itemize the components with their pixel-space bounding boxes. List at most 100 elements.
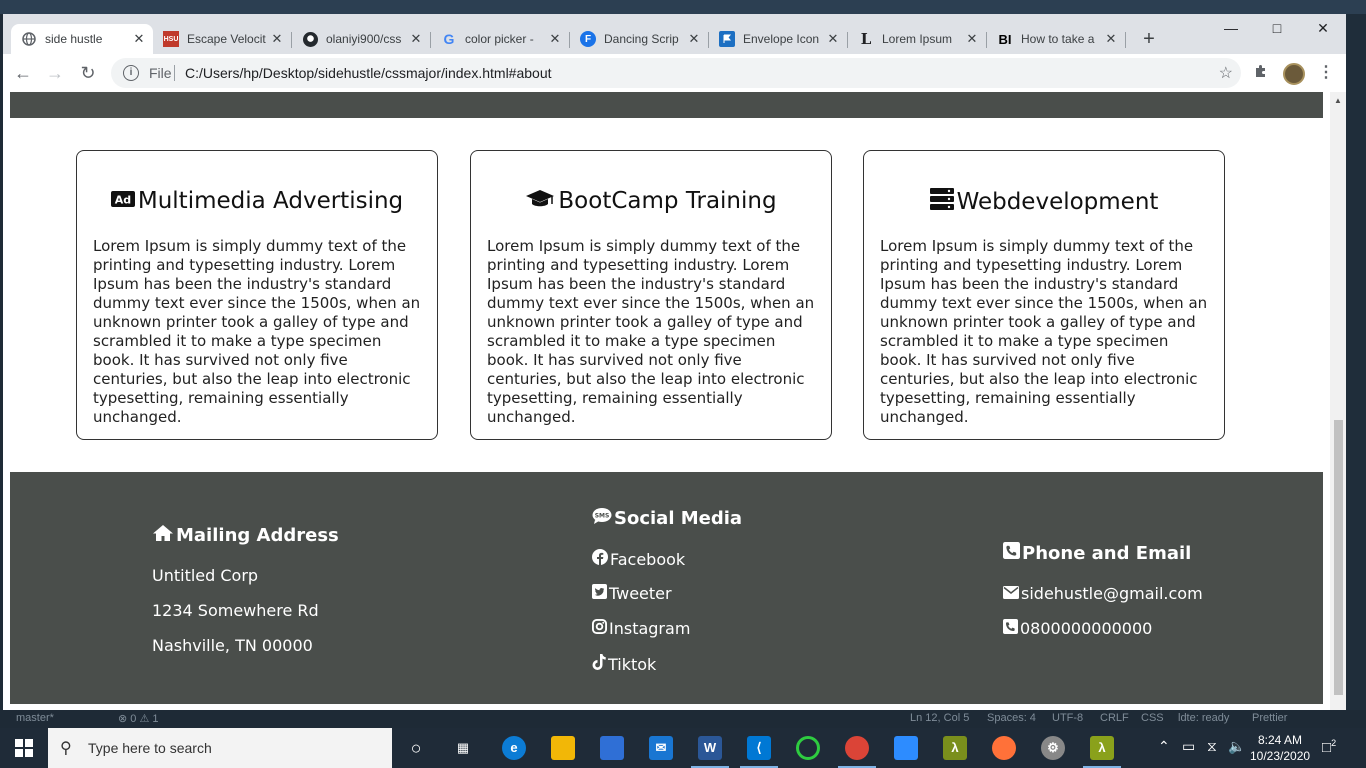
contact-section: Phone and Email sidehustle@gmail.com 080… — [1003, 542, 1203, 638]
task-view-icon[interactable]: ▦ — [451, 736, 475, 760]
edge-icon[interactable]: e — [502, 736, 526, 760]
close-icon[interactable]: ✕ — [964, 31, 980, 47]
lambda-app-2-icon[interactable]: λ — [1090, 736, 1114, 760]
menu-kebab-icon[interactable]: ⋮ — [1316, 63, 1336, 83]
page-scrollbar[interactable]: ▲ — [1330, 92, 1346, 710]
browser-toolbar: ← → ↻ i File C:/Users/hp/Desktop/sidehus… — [3, 54, 1346, 92]
language-mode[interactable]: CSS — [1141, 712, 1164, 724]
twitter-icon — [592, 584, 607, 603]
maximize-icon[interactable]: □ — [1254, 14, 1300, 44]
tab-dancing-script[interactable]: F Dancing Scrip ✕ — [570, 24, 708, 54]
site-footer: Mailing Address Untitled Corp 1234 Somew… — [10, 472, 1323, 704]
line-ending[interactable]: CRLF — [1100, 712, 1129, 724]
social-heading: SMS Social Media — [592, 507, 742, 530]
tab-title: Dancing Scrip — [604, 32, 679, 46]
store-icon[interactable] — [600, 736, 624, 760]
minimize-icon[interactable]: — — [1208, 14, 1254, 44]
word-icon[interactable]: W — [698, 736, 722, 760]
tab-lorem-ipsum[interactable]: L Lorem Ipsum ✕ — [848, 24, 986, 54]
instagram-link[interactable]: Instagram — [592, 619, 690, 638]
bi-icon: BI — [998, 31, 1012, 47]
close-icon[interactable]: ✕ — [269, 31, 285, 47]
lipsum-icon: L — [860, 30, 872, 48]
chrome-icon[interactable] — [845, 736, 869, 760]
svg-text:Ad: Ad — [115, 194, 131, 207]
twitter-link[interactable]: Tweeter — [592, 584, 672, 603]
git-branch[interactable]: master* — [16, 712, 54, 724]
extensions-icon[interactable] — [1251, 63, 1271, 83]
close-icon[interactable]: ✕ — [408, 31, 424, 47]
background-editor-menubar — [0, 0, 1366, 14]
info-icon[interactable]: i — [123, 65, 139, 81]
address-bar[interactable]: i File C:/Users/hp/Desktop/sidehustle/cs… — [111, 58, 1241, 88]
encoding[interactable]: UTF-8 — [1052, 712, 1083, 724]
facebook-link[interactable]: Facebook — [592, 549, 685, 569]
tab-title: Escape Velocit — [187, 32, 266, 46]
close-icon[interactable]: ✕ — [131, 31, 147, 47]
flag-icon — [719, 31, 735, 47]
phone-icon — [1003, 542, 1020, 564]
file-explorer-icon[interactable] — [551, 736, 575, 760]
tiktok-label: Tiktok — [608, 654, 657, 674]
twitter-label: Tweeter — [609, 584, 672, 603]
new-tab-button[interactable]: + — [1137, 27, 1161, 51]
tab-envelope-icon[interactable]: Envelope Icon ✕ — [709, 24, 847, 54]
tiktok-link[interactable]: Tiktok — [592, 654, 656, 674]
settings-gear-icon[interactable]: ⚙ — [1041, 736, 1065, 760]
reload-icon[interactable]: ↻ — [76, 61, 100, 85]
problems-count[interactable]: ⊗ 0 ⚠ 1 — [118, 712, 158, 725]
tab-color-picker[interactable]: G color picker - ✕ — [431, 24, 569, 54]
linter-status[interactable]: ldte: ready — [1178, 712, 1229, 724]
profile-avatar[interactable] — [1283, 63, 1305, 85]
cortana-icon[interactable]: ○ — [404, 736, 428, 760]
background-editor-edge — [1346, 14, 1366, 714]
web-page: Ad Multimedia Advertising Lorem Ipsum is… — [3, 92, 1330, 710]
omnibox-divider — [174, 65, 175, 81]
scrollbar-thumb[interactable] — [1334, 420, 1343, 695]
tab-title: Lorem Ipsum — [882, 32, 953, 46]
formatter-status[interactable]: Prettier — [1252, 712, 1287, 724]
home-icon — [152, 524, 174, 547]
indentation[interactable]: Spaces: 4 — [987, 712, 1036, 724]
zoom-icon[interactable] — [894, 736, 918, 760]
close-icon[interactable]: ✕ — [1103, 31, 1119, 47]
battery-icon[interactable]: ▭ — [1182, 738, 1195, 755]
chevron-up-icon[interactable]: ⌃ — [1158, 738, 1170, 755]
taskbar-search[interactable]: ⚲ Type here to search — [48, 728, 392, 768]
window-close-icon[interactable]: ✕ — [1300, 14, 1346, 44]
system-clock[interactable]: 8:24 AM 10/23/2020 — [1250, 732, 1310, 764]
card-description: Lorem Ipsum is simply dummy text of the … — [93, 237, 421, 426]
tab-how-to-take[interactable]: BI How to take a ✕ — [987, 24, 1125, 54]
close-icon[interactable]: ✕ — [825, 31, 841, 47]
url-text[interactable]: C:/Users/hp/Desktop/sidehustle/cssmajor/… — [185, 65, 552, 81]
vscode-icon[interactable]: ⟨ — [747, 736, 771, 760]
wifi-icon[interactable]: ⧖ — [1207, 738, 1217, 755]
scroll-up-icon[interactable]: ▲ — [1334, 96, 1342, 105]
bookmark-star-icon[interactable]: ☆ — [1219, 63, 1233, 83]
tab-github[interactable]: olaniyi900/css ✕ — [292, 24, 430, 54]
windows-start-icon[interactable] — [0, 728, 48, 768]
hsu-icon: HSU — [163, 31, 179, 47]
back-icon[interactable]: ← — [11, 61, 35, 85]
phone-link[interactable]: 0800000000000 — [1003, 619, 1152, 638]
email-link[interactable]: sidehustle@gmail.com — [1003, 584, 1203, 603]
lambda-app-icon[interactable]: λ — [943, 736, 967, 760]
card-title: Webdevelopment — [864, 188, 1224, 216]
tab-side-hustle[interactable]: side hustle ✕ — [11, 24, 153, 54]
cursor-position[interactable]: Ln 12, Col 5 — [910, 712, 969, 724]
email-label: sidehustle@gmail.com — [1021, 584, 1203, 603]
close-icon[interactable]: ✕ — [547, 31, 563, 47]
card-title: BootCamp Training — [471, 188, 831, 214]
app-ring-icon[interactable] — [796, 736, 820, 760]
close-icon[interactable]: ✕ — [686, 31, 702, 47]
firefox-icon[interactable] — [992, 736, 1016, 760]
notification-center-icon[interactable]: □2 — [1322, 738, 1336, 756]
tab-escape-velocity[interactable]: HSU Escape Velocit ✕ — [153, 24, 291, 54]
instagram-icon — [592, 619, 607, 638]
ad-icon: Ad — [110, 188, 135, 214]
card-title-text: Webdevelopment — [956, 189, 1159, 215]
mail-icon[interactable]: ✉ — [649, 736, 673, 760]
volume-icon[interactable]: 🔈 — [1228, 738, 1245, 755]
card-title-text: BootCamp Training — [558, 188, 777, 214]
forward-icon[interactable]: → — [43, 61, 67, 85]
